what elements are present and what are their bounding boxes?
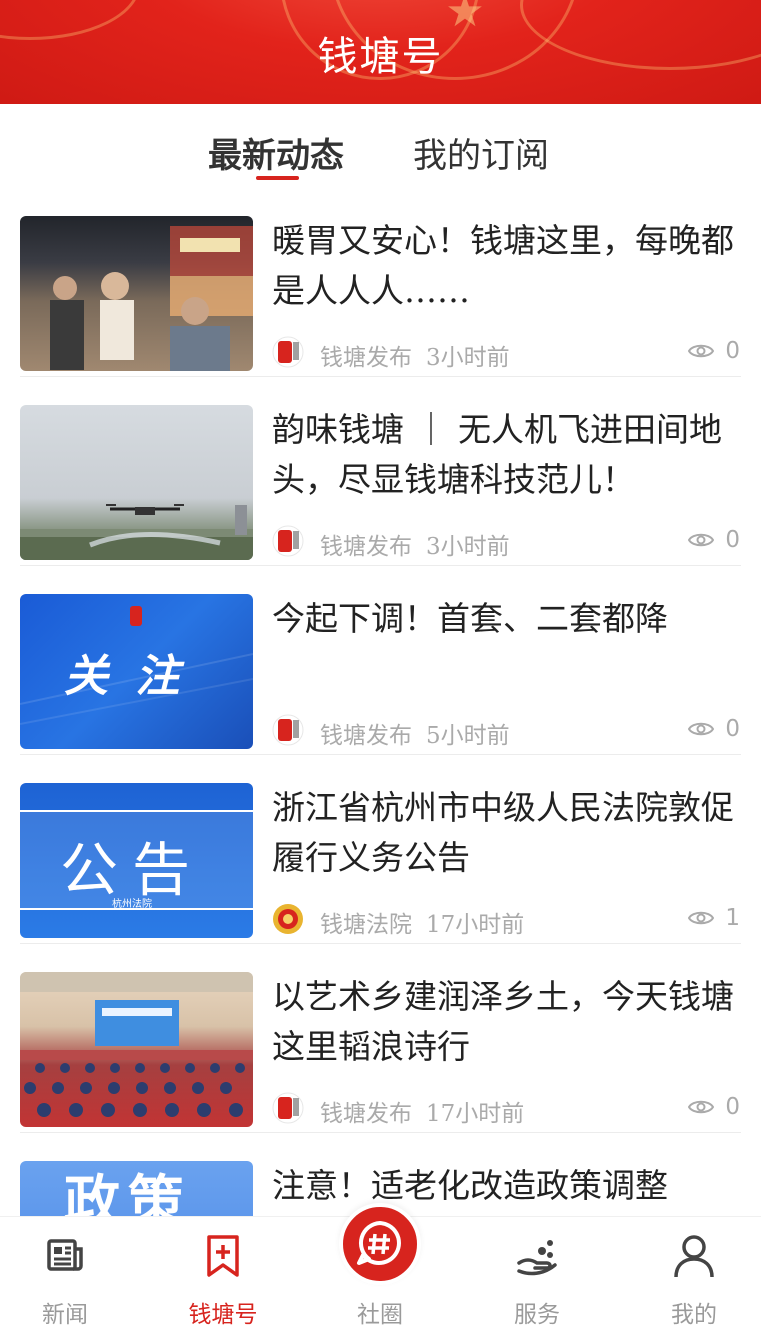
nav-label: 新闻 <box>42 1302 88 1328</box>
night-market-photo <box>20 216 253 371</box>
article-title[interactable]: 浙江省杭州市中级人民法院敦促履行义务公告 <box>272 783 742 883</box>
nav-label: 社圈 <box>357 1302 403 1328</box>
article-title[interactable]: 韵味钱塘 ｜ 无人机飞进田间地头，尽显钱塘科技范儿！ <box>272 405 742 505</box>
view-count: 1 <box>725 905 740 931</box>
tab-subscriptions[interactable]: 我的订阅 <box>413 128 549 177</box>
publish-time: 3小时前 <box>426 534 510 560</box>
policy-banner: 政策 <box>20 1161 253 1216</box>
qiantang-release-logo-icon <box>272 1092 304 1124</box>
feed-item[interactable]: 韵味钱塘 ｜ 无人机飞进田间地头，尽显钱塘科技范儿！ 钱塘发布 3小时前 0 <box>20 377 741 566</box>
drone-field-photo <box>20 405 253 560</box>
feed-item[interactable]: 公告 杭州法院 浙江省杭州市中级人民法院敦促履行义务公告 钱塘法院 17小时前 … <box>20 755 741 944</box>
source-name: 钱塘发布 <box>320 1101 412 1127</box>
feed-item[interactable]: 关 注 今起下调！首套、二套都降 钱塘发布 5小时前 0 <box>20 566 741 755</box>
feed-item[interactable]: 暖胃又安心！钱塘这里，每晚都是人人人…… 钱塘发布 3小时前 0 <box>20 188 741 377</box>
qiantang-release-logo-icon <box>272 525 304 557</box>
article-title[interactable]: 以艺术乡建润泽乡土，今天钱塘这里韬浪诗行 <box>272 972 742 1072</box>
person-icon <box>674 1235 714 1277</box>
article-title[interactable]: 暖胃又安心！钱塘这里，每晚都是人人人…… <box>272 216 742 316</box>
publish-time: 17小时前 <box>426 1101 525 1127</box>
tab-bar: 最新动态 我的订阅 <box>0 104 761 188</box>
nav-news[interactable]: 新闻 <box>15 1233 115 1328</box>
nav-qiantanghao[interactable]: 钱塘号 <box>173 1233 273 1328</box>
article-meta: 钱塘法院 17小时前 1 <box>272 901 740 938</box>
tab-latest[interactable]: 最新动态 <box>208 128 344 177</box>
view-count: 0 <box>725 527 740 553</box>
eye-icon <box>688 722 714 736</box>
article-meta: 钱塘发布 17小时前 0 <box>272 1090 740 1127</box>
bottom-navigation: 新闻 钱塘号 社圈 服务 我的 <box>0 1203 761 1328</box>
qiantang-release-logo-icon <box>272 714 304 746</box>
nav-label: 钱塘号 <box>188 1302 258 1328</box>
source-name: 钱塘法院 <box>320 912 412 938</box>
nav-label: 服务 <box>514 1302 560 1328</box>
tab-active-indicator <box>256 176 299 180</box>
nav-community-button[interactable] <box>339 1203 421 1285</box>
bookmark-plus-icon <box>207 1235 239 1277</box>
eye-icon <box>688 533 714 547</box>
publish-time: 5小时前 <box>426 723 510 749</box>
nav-services[interactable]: 服务 <box>487 1233 587 1328</box>
hand-service-icon <box>517 1240 557 1276</box>
guanzhu-banner: 关 注 <box>20 594 253 749</box>
hash-chat-icon <box>357 1221 401 1265</box>
eye-icon <box>688 344 714 358</box>
source-name: 钱塘发布 <box>320 534 412 560</box>
publish-time: 3小时前 <box>426 345 510 371</box>
publish-time: 17小时前 <box>426 912 525 938</box>
source-name: 钱塘发布 <box>320 345 412 371</box>
source-name: 钱塘发布 <box>320 723 412 749</box>
view-count: 0 <box>725 716 740 742</box>
eye-icon <box>688 911 714 925</box>
article-meta: 钱塘发布 3小时前 0 <box>272 334 740 371</box>
notice-banner: 公告 杭州法院 <box>20 783 253 938</box>
eye-icon <box>688 1100 714 1114</box>
qiantang-release-logo-icon <box>272 336 304 368</box>
nav-label: 我的 <box>671 1302 717 1328</box>
feed-item[interactable]: 以艺术乡建润泽乡土，今天钱塘这里韬浪诗行 钱塘发布 17小时前 0 <box>20 944 741 1133</box>
nav-profile[interactable]: 我的 <box>644 1233 744 1328</box>
top-header: ★ 钱塘号 <box>0 0 761 104</box>
thumb-caption: 关 注 <box>64 651 186 702</box>
thumb-caption: 政策 <box>64 1170 192 1216</box>
conference-hall-photo <box>20 972 253 1127</box>
article-meta: 钱塘发布 3小时前 0 <box>272 523 740 560</box>
page-title: 钱塘号 <box>317 34 444 80</box>
court-emblem-icon <box>273 904 303 934</box>
article-meta: 钱塘发布 5小时前 0 <box>272 712 740 749</box>
view-count: 0 <box>725 1094 740 1120</box>
newspaper-icon <box>47 1239 83 1271</box>
thumb-subcaption: 杭州法院 <box>112 899 152 910</box>
article-title[interactable]: 今起下调！首套、二套都降 <box>272 594 742 644</box>
news-feed: 暖胃又安心！钱塘这里，每晚都是人人人…… 钱塘发布 3小时前 0 韵味钱塘 ｜ … <box>0 188 761 1216</box>
view-count: 0 <box>725 338 740 364</box>
article-title[interactable]: 注意！适老化改造政策调整 <box>272 1161 742 1211</box>
